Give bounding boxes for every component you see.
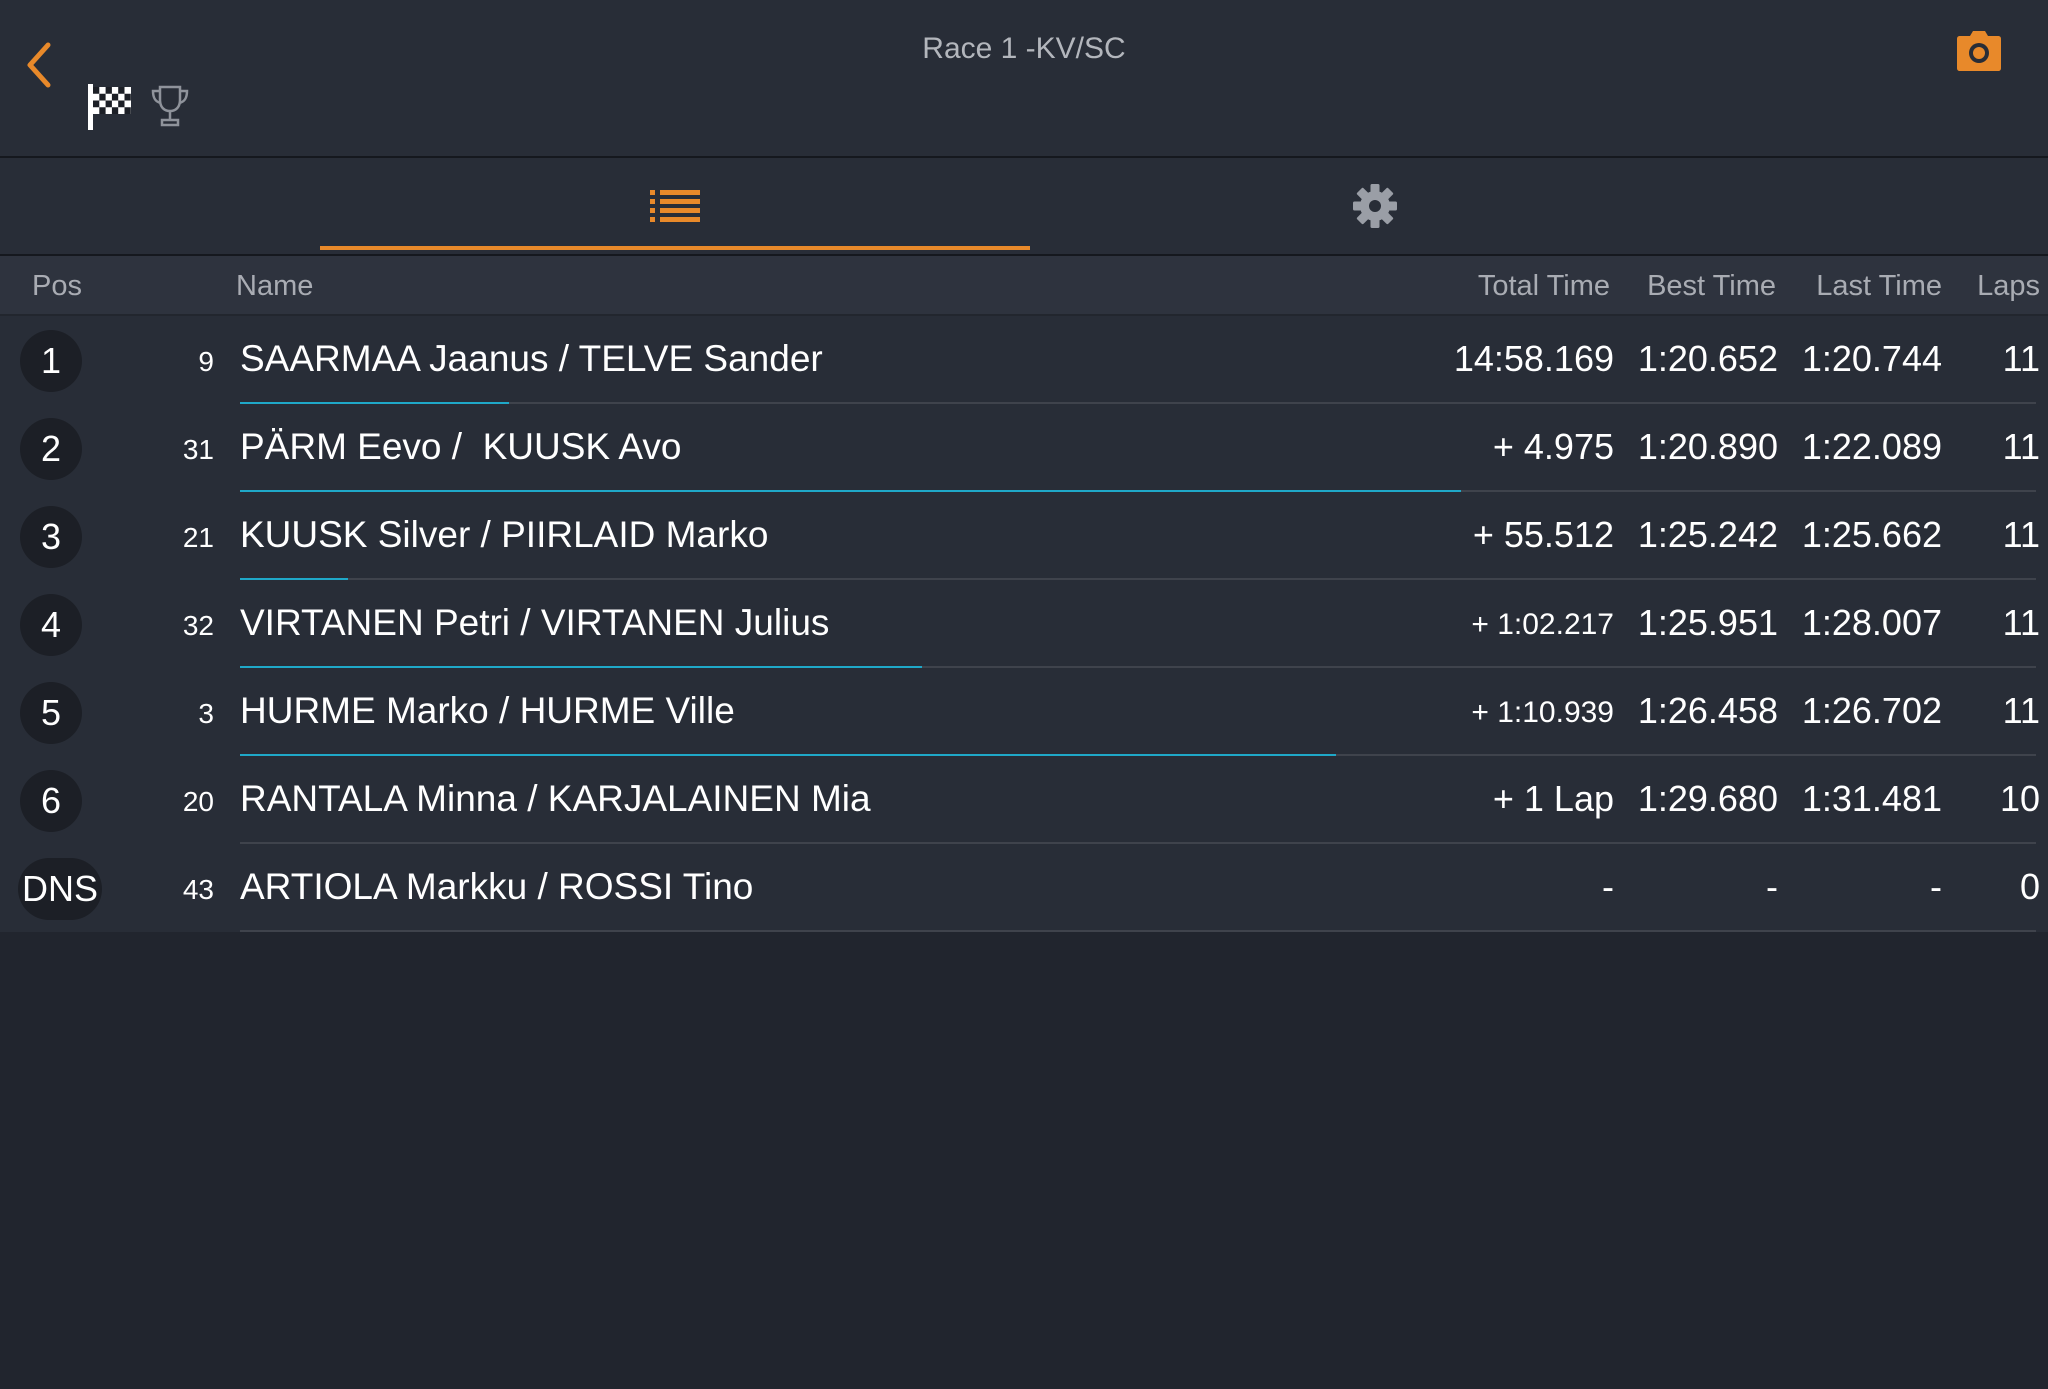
last-time: 1:28.007 (1801, 602, 1942, 643)
total-time: + 1:02.217 (1471, 608, 1614, 641)
column-header-best-time[interactable]: Best Time (1620, 270, 1776, 303)
best-time: 1:20.890 (1637, 426, 1778, 467)
table-row[interactable]: 4 32 VIRTANEN Petri / VIRTANEN Julius + … (0, 580, 2048, 668)
column-header-laps[interactable]: Laps (1950, 270, 2040, 303)
car-number: 21 (182, 522, 214, 553)
position-badge: 6 (20, 770, 82, 832)
car-number: 43 (182, 874, 214, 905)
page-title: Race 1 -KV/SC (922, 32, 1126, 65)
table-row[interactable]: 3 21 KUUSK Silver / PIIRLAID Marko + 55.… (0, 492, 2048, 580)
total-time: + 4.975 (1492, 426, 1614, 467)
car-number: 3 (198, 698, 214, 729)
best-time: 1:26.458 (1637, 690, 1778, 731)
car-number: 20 (182, 786, 214, 817)
car-number: 9 (198, 346, 214, 377)
best-time: 1:20.652 (1637, 338, 1778, 379)
position-badge: 5 (20, 682, 82, 744)
driver-names: HURME Marko / HURME Ville (240, 690, 735, 731)
car-number: 32 (182, 610, 214, 641)
table-row[interactable]: 5 3 HURME Marko / HURME Ville + 1:10.939… (0, 668, 2048, 756)
driver-names: RANTALA Minna / KARJALAINEN Mia (240, 778, 871, 819)
total-time: + 1 Lap (1492, 778, 1614, 819)
laps-count: 11 (2002, 338, 2040, 379)
trophy-icon[interactable] (150, 84, 190, 128)
total-time: + 55.512 (1472, 514, 1614, 555)
laps-count: 0 (2019, 866, 2040, 907)
position-badge: DNS (18, 858, 103, 920)
best-time: 1:25.951 (1637, 602, 1778, 643)
column-header-total-time[interactable]: Total Time (1440, 270, 1610, 303)
gear-icon (1353, 184, 1397, 228)
total-time: + 1:10.939 (1471, 696, 1614, 729)
laps-count: 11 (2002, 426, 2040, 467)
driver-names: SAARMAA Jaanus / TELVE Sander (240, 338, 823, 379)
position-badge: 2 (20, 418, 82, 480)
last-time: 1:25.662 (1801, 514, 1942, 555)
best-time: 1:25.242 (1637, 514, 1778, 555)
results-table-header: Pos Name Total Time Best Time Last Time … (0, 256, 2048, 316)
table-row[interactable]: DNS 43 ARTIOLA Markku / ROSSI Tino - - -… (0, 844, 2048, 932)
last-time: 1:22.089 (1801, 426, 1942, 467)
last-time: 1:20.744 (1801, 338, 1942, 379)
tab-bar (0, 158, 2048, 256)
total-time: - (1602, 866, 1614, 907)
camera-icon (1957, 31, 2001, 71)
table-row[interactable]: 1 9 SAARMAA Jaanus / TELVE Sander 14:58.… (0, 316, 2048, 404)
checkered-flag-icon[interactable] (88, 84, 132, 130)
top-bar: Race 1 -KV/SC (0, 0, 2048, 158)
last-time: 1:26.702 (1801, 690, 1942, 731)
list-icon (650, 190, 700, 222)
driver-names: ARTIOLA Markku / ROSSI Tino (240, 866, 754, 907)
column-header-name[interactable]: Name (236, 270, 313, 303)
best-time: 1:29.680 (1637, 778, 1778, 819)
position-badge: 4 (20, 594, 82, 656)
driver-names: VIRTANEN Petri / VIRTANEN Julius (240, 602, 830, 643)
position-badge: 1 (20, 330, 82, 392)
driver-names: KUUSK Silver / PIIRLAID Marko (240, 514, 769, 555)
active-tab-indicator (320, 246, 1030, 250)
driver-names: PÄRM Eevo / KUUSK Avo (240, 426, 682, 467)
tab-results-list[interactable] (320, 158, 1030, 254)
total-time: 14:58.169 (1453, 338, 1614, 379)
laps-count: 10 (1999, 778, 2040, 819)
position-badge: 3 (20, 506, 82, 568)
laps-count: 11 (2002, 514, 2040, 555)
screenshot-button[interactable] (1956, 30, 2002, 72)
car-number: 31 (182, 434, 214, 465)
last-time: - (1930, 866, 1942, 907)
laps-count: 11 (2002, 602, 2040, 643)
last-time: 1:31.481 (1801, 778, 1942, 819)
tab-settings[interactable] (1030, 158, 1720, 254)
column-header-pos[interactable]: Pos (32, 270, 82, 303)
best-time: - (1766, 866, 1778, 907)
results-table: 1 9 SAARMAA Jaanus / TELVE Sander 14:58.… (0, 316, 2048, 932)
table-row[interactable]: 2 31 PÄRM Eevo / KUUSK Avo + 4.975 1:20.… (0, 404, 2048, 492)
column-header-last-time[interactable]: Last Time (1784, 270, 1942, 303)
laps-count: 11 (2002, 690, 2040, 731)
row-divider (240, 930, 2036, 932)
table-row[interactable]: 6 20 RANTALA Minna / KARJALAINEN Mia + 1… (0, 756, 2048, 844)
